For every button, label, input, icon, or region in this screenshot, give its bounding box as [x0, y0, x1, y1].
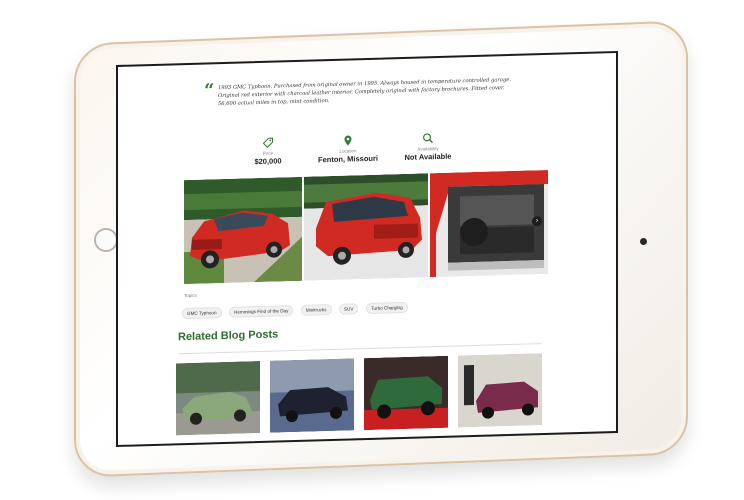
- availability-value: Not Available: [404, 151, 452, 162]
- topic-tags: GMC Typhoon Hemmings Find of the Day Min…: [182, 296, 411, 320]
- gallery-photo-cargo[interactable]: ›: [430, 169, 548, 278]
- related-post-card[interactable]: [176, 360, 260, 436]
- related-post-card[interactable]: [270, 358, 354, 433]
- related-posts-heading: Related Blog Posts: [178, 328, 279, 344]
- quote-mark-icon: “: [204, 80, 215, 102]
- topic-tag[interactable]: Turbo Charging: [365, 301, 408, 315]
- related-post-card[interactable]: [458, 353, 542, 428]
- ipad-mockup: “ 1993 GMC Typhoon. Purchased from origi…: [0, 0, 744, 500]
- home-button: [94, 228, 118, 252]
- location-pin-icon: [344, 135, 352, 146]
- stat-location: Location Fenton, Missouri: [308, 133, 388, 164]
- gallery-photo-rear[interactable]: [304, 173, 428, 281]
- related-post-card[interactable]: [364, 355, 448, 431]
- stat-availability: Availability Not Available: [388, 131, 468, 162]
- divider: [178, 343, 542, 355]
- topics-label: Topics: [184, 292, 197, 299]
- listing-page: “ 1993 GMC Typhoon. Purchased from origi…: [118, 53, 616, 445]
- stat-price: Price $20,000: [228, 136, 308, 167]
- price-value: $20,000: [254, 156, 282, 167]
- topic-tag[interactable]: SUV: [338, 303, 359, 315]
- location-value: Fenton, Missouri: [318, 153, 378, 165]
- gallery-photo-front[interactable]: [184, 176, 302, 285]
- listing-stats: Price $20,000 Location Fenton, Missouri: [228, 131, 468, 172]
- listing-quote: “ 1993 GMC Typhoon. Purchased from origi…: [204, 76, 518, 108]
- topic-tag[interactable]: Hemmings Find of the Day: [229, 305, 294, 318]
- quote-text: 1993 GMC Typhoon. Purchased from origina…: [218, 76, 511, 108]
- ipad-screen: “ 1993 GMC Typhoon. Purchased from origi…: [116, 50, 618, 448]
- search-icon: [422, 133, 433, 144]
- price-tag-icon: [262, 137, 273, 148]
- topic-tag[interactable]: Minitrucks: [300, 303, 332, 316]
- related-posts: [176, 353, 544, 437]
- photo-gallery: ›: [184, 169, 548, 288]
- topic-tag[interactable]: GMC Typhoon: [182, 307, 222, 320]
- front-camera: [640, 238, 647, 245]
